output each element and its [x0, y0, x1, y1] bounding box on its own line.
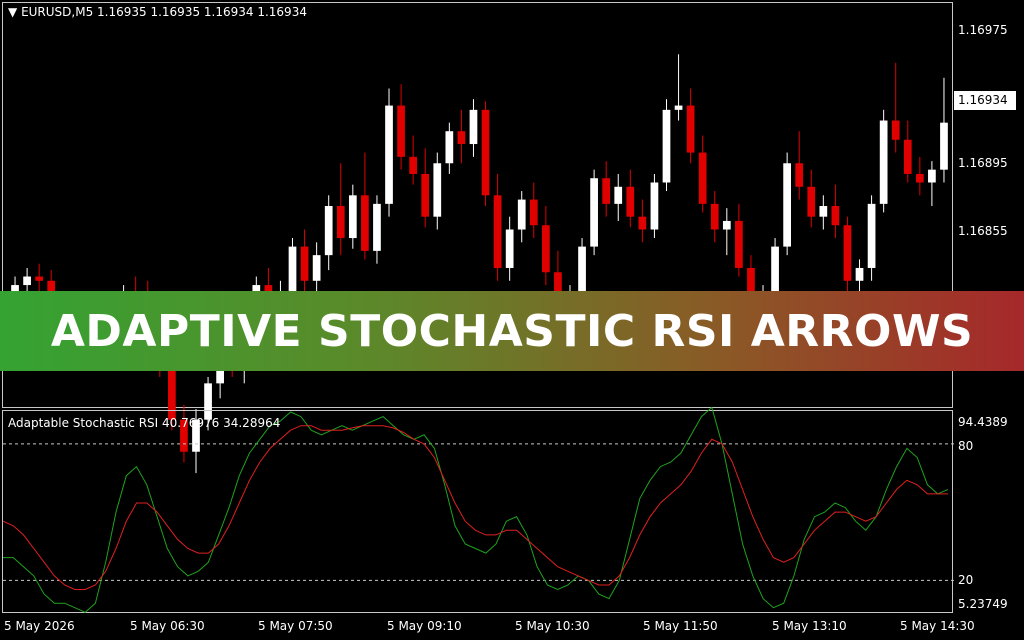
candle-body [710, 203, 719, 230]
candle-body [529, 199, 538, 226]
candle-body [638, 216, 647, 230]
candle-body [903, 139, 912, 174]
candle-body [445, 131, 454, 164]
candle-body [843, 225, 852, 281]
price-label-1: 1.16975 [958, 23, 1008, 37]
current-price-label: 1.16934 [954, 91, 1016, 110]
title-banner: ADAPTIVE STOCHASTIC RSI ARROWS [0, 291, 1024, 371]
candle-body [288, 246, 297, 292]
candle-body [23, 276, 31, 286]
candle-body [783, 163, 791, 247]
candle-body [819, 206, 828, 217]
candle-body [867, 203, 876, 268]
candle-body [614, 186, 623, 204]
time-label-4: 5 May 09:10 [387, 619, 462, 633]
price-label-4: 1.16855 [958, 224, 1008, 238]
candle-body [674, 105, 683, 110]
candle-body [940, 122, 948, 170]
stoch-rsi-chart [2, 406, 954, 613]
candle-body [698, 152, 707, 204]
candle-body [795, 163, 804, 187]
candle-body [385, 105, 393, 204]
candle-body [493, 195, 502, 268]
time-label-1: 5 May 2026 [4, 619, 75, 633]
symbol-info: ▼ EURUSD,M5 1.16935 1.16935 1.16934 1.16… [8, 5, 307, 19]
time-label-2: 5 May 06:30 [130, 619, 205, 633]
candle-body [626, 186, 635, 217]
candle-body [602, 178, 611, 204]
candle-body [397, 105, 405, 157]
time-label-6: 5 May 11:50 [643, 619, 718, 633]
candle-body [735, 220, 743, 268]
candle-body [928, 169, 936, 183]
candle-body [324, 206, 333, 256]
candle-body [722, 220, 731, 230]
candle-body [541, 225, 550, 273]
stoch-signal-line [2, 425, 948, 590]
candle-body [481, 109, 490, 196]
candle-body [312, 255, 321, 281]
time-label-5: 5 May 10:30 [515, 619, 590, 633]
candle-body [421, 173, 430, 217]
candle-body [300, 246, 309, 281]
banner-title: ADAPTIVE STOCHASTIC RSI ARROWS [50, 305, 974, 357]
candle-body [517, 199, 526, 230]
collapse-triangle-icon[interactable]: ▼ [8, 5, 17, 19]
candle-body [361, 195, 369, 251]
candle-body [807, 186, 816, 217]
candle-body [891, 120, 900, 140]
candle-body [686, 105, 695, 153]
candle-body [469, 109, 478, 145]
candle-body [409, 156, 418, 174]
candle-body [433, 163, 442, 217]
ind-scale-top: 94.4389 [958, 415, 1008, 429]
ind-level-80-label: 80 [958, 439, 974, 453]
indicator-info: Adaptable Stochastic RSI 40.76976 34.289… [8, 416, 281, 430]
time-label-3: 5 May 07:50 [258, 619, 333, 633]
candle-body [457, 131, 466, 145]
candle-body [855, 267, 864, 281]
candle-body [662, 109, 671, 183]
candle-body [373, 203, 381, 251]
candle-body [590, 178, 598, 247]
indicator-pane[interactable] [2, 406, 954, 613]
candle-body [771, 246, 779, 294]
candle-body [348, 195, 357, 239]
price-label-3: 1.16895 [958, 156, 1008, 170]
candle-body [831, 206, 840, 226]
stoch-main-line [3, 406, 949, 613]
candle-body [915, 173, 924, 183]
candle-body [650, 182, 659, 230]
candle-body [505, 229, 514, 268]
ind-scale-bottom: 5.23749 [958, 597, 1008, 611]
candle-body [35, 276, 44, 281]
candle-body [879, 120, 888, 204]
time-label-8: 5 May 14:30 [900, 619, 975, 633]
candle-body [336, 206, 345, 239]
time-label-7: 5 May 13:10 [772, 619, 847, 633]
ind-level-20-label: 20 [958, 573, 974, 587]
symbol-info-text: EURUSD,M5 1.16935 1.16935 1.16934 1.1693… [21, 5, 307, 19]
